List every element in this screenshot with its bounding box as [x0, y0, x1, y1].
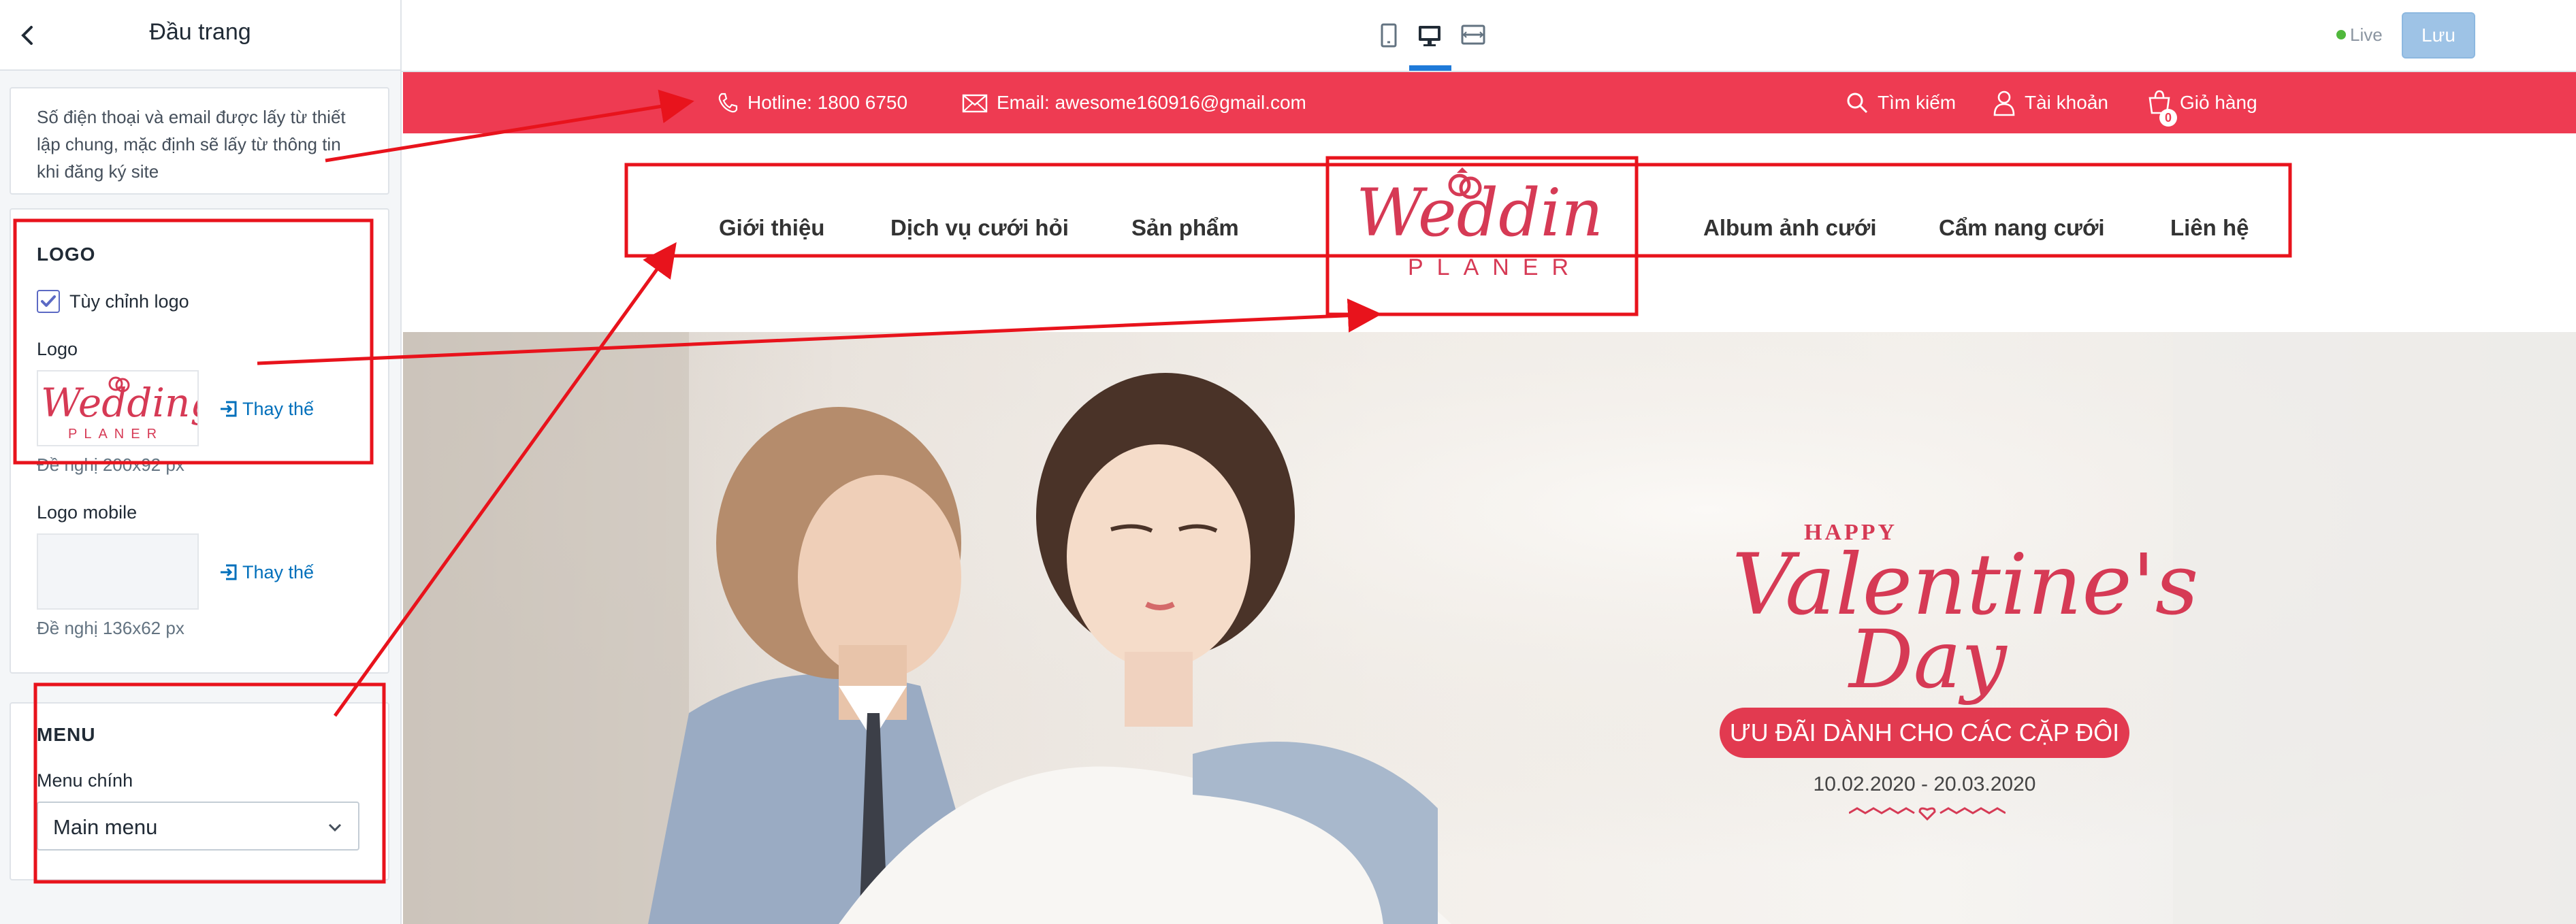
editor-toolbar: Live Lưu: [402, 0, 2576, 72]
replace-logo-mobile-label: Thay thế: [242, 562, 315, 582]
hero-banner[interactable]: HAPPY Valentine's Day ƯU ĐÃI DÀNH CHO CÁ…: [403, 332, 2576, 924]
wedding-planer-logo-image: Wedding PLANER: [41, 376, 216, 442]
logo-mobile-label: Logo mobile: [37, 502, 138, 523]
phone-icon: [718, 93, 738, 113]
nav-item-cam-nang[interactable]: Cẩm nang cưới: [1939, 215, 2105, 241]
fullscreen-icon: [1461, 24, 1485, 45]
logo-mobile-thumbnail[interactable]: [37, 533, 199, 610]
preview-topbar: Hotline: 1800 6750 Email: awesome160916@…: [403, 72, 2576, 133]
search-link[interactable]: Tìm kiếm: [1845, 72, 1956, 133]
nav-item-dich-vu[interactable]: Dịch vụ cưới hỏi: [890, 215, 1069, 241]
email-text: Email: awesome160916@gmail.com: [997, 92, 1306, 113]
main-menu-select[interactable]: Main menu: [37, 802, 359, 851]
email-link[interactable]: Email: awesome160916@gmail.com: [961, 72, 1306, 133]
chevron-down-icon: [328, 823, 342, 832]
promo-dates: 10.02.2020 - 20.03.2020: [1813, 773, 2036, 795]
logo-field-label: Logo: [37, 339, 78, 359]
search-text: Tìm kiếm: [1878, 92, 1957, 113]
live-status-label: Live: [2350, 24, 2383, 45]
hotline-text: Hotline: 1800 6750: [747, 92, 908, 113]
upload-icon: [221, 564, 237, 580]
preview-navbar: Giới thiệu Dịch vụ cưới hỏi Sản phẩm Wed…: [403, 133, 2576, 332]
desktop-icon: [1419, 26, 1440, 46]
menu-settings-card: MENU Menu chính Main menu: [10, 702, 389, 880]
nav-item-san-pham[interactable]: Sản phẩm: [1131, 215, 1239, 241]
menu-section-title: MENU: [37, 724, 96, 745]
logo-mobile-size-hint: Đề nghị 136x62 px: [37, 618, 184, 638]
hotline-link[interactable]: Hotline: 1800 6750: [716, 72, 907, 133]
desktop-view-button[interactable]: [1416, 20, 1443, 50]
logo-section-title: LOGO: [37, 244, 96, 265]
mobile-icon: [1381, 23, 1397, 48]
heart-ornament-icon: [1849, 807, 2006, 821]
svg-text:PLANER: PLANER: [68, 427, 163, 442]
live-status-dot: [2336, 30, 2346, 39]
settings-sidebar: Đầu trang Số điện thoại và email được lấ…: [0, 0, 402, 924]
main-menu-label: Menu chính: [37, 770, 133, 791]
couple-photo: [403, 332, 2576, 924]
info-note-text: Số điện thoại và email được lấy từ thiết…: [37, 107, 346, 182]
site-logo[interactable]: Wedding PLANER: [1342, 154, 1645, 283]
cart-link[interactable]: 0 Giỏ hàng: [2146, 72, 2257, 133]
wedding-planer-logo: Wedding PLANER: [1356, 167, 1645, 280]
replace-logo-label: Thay thế: [242, 399, 315, 419]
nav-item-album[interactable]: Album ảnh cưới: [1703, 215, 1877, 241]
logo-thumbnail[interactable]: Wedding PLANER: [37, 370, 216, 446]
save-button[interactable]: Lưu: [2402, 12, 2475, 59]
cart-icon-wrap: 0: [2146, 72, 2180, 133]
mobile-view-button[interactable]: [1375, 20, 1402, 50]
active-device-indicator: [1409, 65, 1451, 71]
logo-size-hint: Đề nghị 200x92 px: [37, 455, 184, 475]
nav-item-lien-he[interactable]: Liên hệ: [2170, 215, 2249, 241]
fullscreen-view-button[interactable]: [1460, 20, 1487, 50]
custom-logo-checkbox[interactable]: [37, 290, 60, 313]
sidebar-header: Đầu trang: [0, 0, 400, 71]
site-preview: Hotline: 1800 6750 Email: awesome160916@…: [403, 72, 2576, 924]
user-icon: [1993, 90, 2015, 116]
custom-logo-label[interactable]: Tùy chỉnh logo: [69, 291, 189, 312]
checkmark-icon: [41, 295, 56, 307]
sidebar-title: Đầu trang: [149, 19, 251, 45]
nav-item-gioi-thieu[interactable]: Giới thiệu: [719, 215, 824, 241]
promo-offer-badge[interactable]: ƯU ĐÃI DÀNH CHO CÁC CẶP ĐÔI: [1720, 708, 2129, 758]
replace-logo-mobile-link[interactable]: Thay thế: [219, 562, 314, 583]
cart-text: Giỏ hàng: [2180, 92, 2257, 113]
main-menu-value: Main menu: [53, 815, 158, 839]
logo-sub-text: PLANER: [1408, 254, 1582, 280]
mail-icon: [962, 94, 988, 113]
account-text: Tài khoản: [2025, 92, 2108, 113]
upload-icon: [221, 401, 237, 417]
logo-settings-card: LOGO Tùy chỉnh logo Logo Wedding PLANER …: [10, 208, 389, 674]
svg-text:Wedding: Wedding: [41, 380, 197, 426]
search-icon: [1847, 93, 1868, 114]
promo-day-text: Day: [1849, 612, 2007, 706]
account-link[interactable]: Tài khoản: [1992, 72, 2108, 133]
cart-count-badge: 0: [2159, 109, 2177, 127]
replace-logo-link[interactable]: Thay thế: [219, 399, 314, 420]
info-note-card: Số điện thoại và email được lấy từ thiết…: [10, 87, 389, 195]
